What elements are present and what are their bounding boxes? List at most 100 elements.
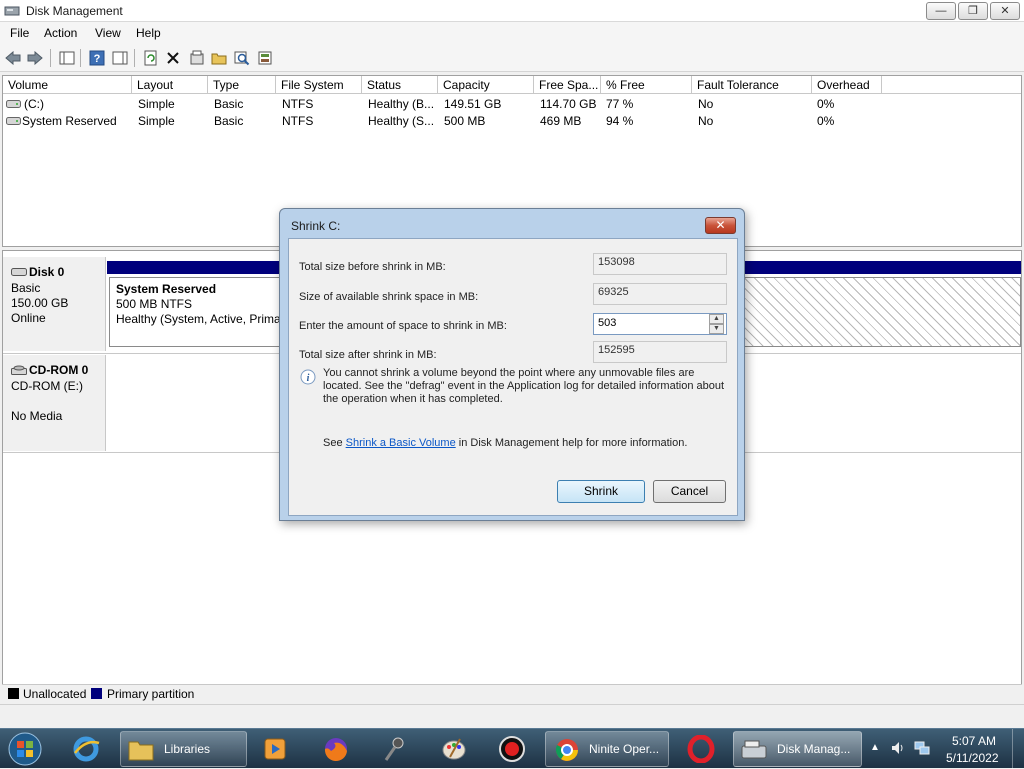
- microphone-icon[interactable]: [378, 733, 410, 765]
- cell-status: Healthy (B...: [368, 97, 435, 111]
- cell-file-system: NTFS: [282, 97, 314, 111]
- column-status[interactable]: Status: [362, 76, 438, 94]
- menu-action[interactable]: Action: [44, 26, 77, 40]
- cell-volume: (C:): [24, 97, 44, 111]
- refresh-icon[interactable]: [141, 48, 161, 68]
- cell-layout: Simple: [138, 97, 175, 111]
- taskbar-disk-management[interactable]: Disk Manag...: [733, 731, 862, 767]
- cdrom-0-media: No Media: [11, 409, 63, 423]
- show-hidden-icons-icon[interactable]: ▲: [870, 742, 880, 753]
- disk-0-label[interactable]: Disk 0 Basic 150.00 GB Online: [3, 257, 106, 351]
- shrink-button[interactable]: Shrink: [557, 480, 645, 503]
- dialog-close-button[interactable]: ✕: [705, 217, 736, 234]
- delete-icon[interactable]: [163, 48, 183, 68]
- record-icon[interactable]: [496, 733, 528, 765]
- opera-icon[interactable]: [685, 733, 717, 765]
- system-reserved-partition[interactable]: System Reserved 500 MB NTFS Healthy (Sys…: [109, 277, 283, 347]
- svg-text:?: ?: [94, 53, 101, 65]
- firefox-icon[interactable]: [320, 733, 352, 765]
- column-overhead[interactable]: Overhead: [812, 76, 882, 94]
- show-desktop-button[interactable]: [1012, 729, 1024, 769]
- partition-status: Healthy (System, Active, Primar: [116, 312, 283, 326]
- column-layout[interactable]: Layout: [132, 76, 208, 94]
- column-volume[interactable]: Volume: [3, 76, 132, 94]
- disk-0-state: Online: [11, 311, 46, 325]
- spin-up-button[interactable]: ▲: [709, 314, 724, 324]
- legend-primary-label: Primary partition: [107, 687, 195, 701]
- svg-text:i: i: [307, 373, 310, 384]
- column-percent-free[interactable]: % Free: [601, 76, 692, 94]
- toolbar: ?: [0, 44, 1024, 72]
- forward-icon[interactable]: [25, 48, 45, 68]
- windows-logo-icon: [8, 732, 42, 766]
- network-icon[interactable]: [914, 740, 930, 756]
- info-icon: i: [300, 369, 316, 385]
- menu-bar: File Action View Help: [0, 22, 1024, 44]
- internet-explorer-icon[interactable]: [70, 733, 102, 765]
- column-free-space[interactable]: Free Spa...: [534, 76, 601, 94]
- start-button[interactable]: [5, 731, 45, 767]
- legend-unallocated-swatch: [8, 688, 19, 699]
- clock-date[interactable]: 5/11/2022: [946, 751, 999, 765]
- legend-unallocated-label: Unallocated: [23, 687, 87, 701]
- menu-help[interactable]: Help: [136, 26, 161, 40]
- back-icon[interactable]: [3, 48, 23, 68]
- taskbar-disk-management-label: Disk Manag...: [777, 742, 851, 756]
- cell-fault-tolerance: No: [698, 114, 714, 128]
- chrome-icon: [555, 739, 578, 761]
- cancel-button[interactable]: Cancel: [653, 480, 726, 503]
- shrink-dialog: Shrink C: ✕ Total size before shrink in …: [279, 208, 745, 521]
- toolbar-separator: [134, 49, 135, 67]
- cell-fault-tolerance: No: [698, 97, 714, 111]
- info-text: You cannot shrink a volume beyond the po…: [323, 367, 725, 405]
- shrink-amount-input[interactable]: 503: [593, 313, 727, 335]
- column-capacity[interactable]: Capacity: [438, 76, 534, 94]
- export-icon[interactable]: [255, 48, 275, 68]
- media-player-icon[interactable]: [259, 733, 291, 765]
- total-after-field: 152595: [593, 341, 727, 363]
- properties-icon[interactable]: [187, 48, 207, 68]
- table-row[interactable]: (C:) Simple Basic NTFS Healthy (B... 149…: [3, 96, 1021, 113]
- help-text-prefix: See: [323, 437, 346, 449]
- menu-view[interactable]: View: [95, 26, 121, 40]
- console-tree-icon[interactable]: [57, 48, 77, 68]
- column-file-system[interactable]: File System: [276, 76, 362, 94]
- column-header-row: Volume Layout Type File System Status Ca…: [3, 76, 1021, 94]
- search-icon[interactable]: [232, 48, 252, 68]
- c-partition-hatched[interactable]: [743, 277, 1021, 347]
- total-before-field: 153098: [593, 253, 727, 275]
- total-after-label: Total size after shrink in MB:: [299, 349, 437, 361]
- cell-type: Basic: [214, 97, 244, 111]
- open-folder-icon[interactable]: [209, 48, 229, 68]
- disk-0-size: 150.00 GB: [11, 296, 69, 310]
- minimize-button[interactable]: —: [926, 2, 956, 20]
- cell-capacity: 500 MB: [444, 114, 486, 128]
- close-button[interactable]: ✕: [990, 2, 1020, 20]
- column-fault-tolerance[interactable]: Fault Tolerance: [692, 76, 812, 94]
- spin-down-button[interactable]: ▼: [709, 324, 724, 334]
- shrink-basic-volume-link[interactable]: Shrink a Basic Volume: [346, 437, 456, 449]
- volume-icon[interactable]: [890, 740, 906, 756]
- folder-icon: [128, 741, 154, 761]
- cell-overhead: 0%: [817, 97, 835, 111]
- total-before-label: Total size before shrink in MB:: [299, 261, 446, 273]
- help-icon[interactable]: ?: [87, 48, 107, 68]
- partition-title: System Reserved: [116, 282, 217, 296]
- taskbar-libraries[interactable]: Libraries: [120, 731, 247, 767]
- paint-icon[interactable]: [438, 733, 470, 765]
- window-title: Disk Management: [26, 4, 123, 18]
- taskbar-ninite-label: Ninite Oper...: [589, 742, 660, 756]
- properties-pane-icon[interactable]: [110, 48, 130, 68]
- disk-management-icon: [741, 740, 767, 759]
- menu-file[interactable]: File: [10, 26, 29, 40]
- table-row[interactable]: System Reserved Simple Basic NTFS Health…: [3, 113, 1021, 130]
- cdrom-0-label[interactable]: CD-ROM 0 CD-ROM (E:) No Media: [3, 355, 106, 451]
- disk-0-type: Basic: [11, 281, 41, 295]
- cell-type: Basic: [214, 114, 244, 128]
- cdrom-0-drive: CD-ROM (E:): [11, 379, 83, 393]
- maximize-button[interactable]: ❐: [958, 2, 988, 20]
- taskbar-ninite[interactable]: Ninite Oper...: [545, 731, 669, 767]
- toolbar-separator: [80, 49, 81, 67]
- column-type[interactable]: Type: [208, 76, 276, 94]
- clock-time[interactable]: 5:07 AM: [952, 734, 996, 748]
